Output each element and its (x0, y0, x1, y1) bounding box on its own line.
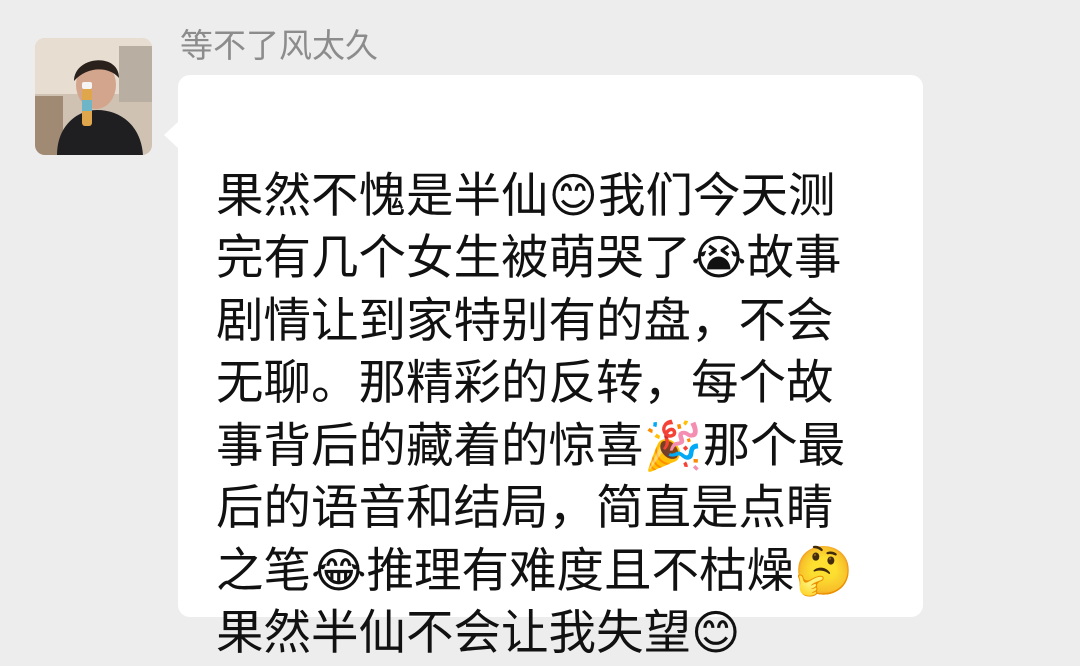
message-line: 果然半仙不会让我失望😊 (216, 606, 741, 661)
avatar-photo (35, 38, 152, 155)
message-line: 事背后的藏着的惊喜🎉那个最 (216, 418, 846, 474)
sender-name: 等不了风太久 (180, 26, 378, 65)
message-line: 完有几个女生被萌哭了😭故事 (216, 231, 842, 286)
message-line: 剧情让到家特别有的盘，不会 (216, 293, 834, 349)
sender-avatar[interactable] (35, 38, 152, 155)
message-line: 后的语音和结局，简直是点睛 (216, 481, 834, 536)
message-bubble[interactable]: 果然不愧是半仙😊我们今天测 完有几个女生被萌哭了😭故事 剧情让到家特别有的盘，不… (164, 75, 923, 661)
message-line: 果然不愧是半仙😊我们今天测 (216, 168, 836, 224)
message-line: 之笔😂推理有难度且不枯燥🤔 (216, 543, 854, 599)
message-line: 无聊。那精彩的反转，每个故 (216, 356, 834, 411)
message-text: 果然不愧是半仙😊我们今天测 完有几个女生被萌哭了😭故事 剧情让到家特别有的盘，不… (216, 103, 896, 666)
bubble-tail (164, 121, 179, 149)
